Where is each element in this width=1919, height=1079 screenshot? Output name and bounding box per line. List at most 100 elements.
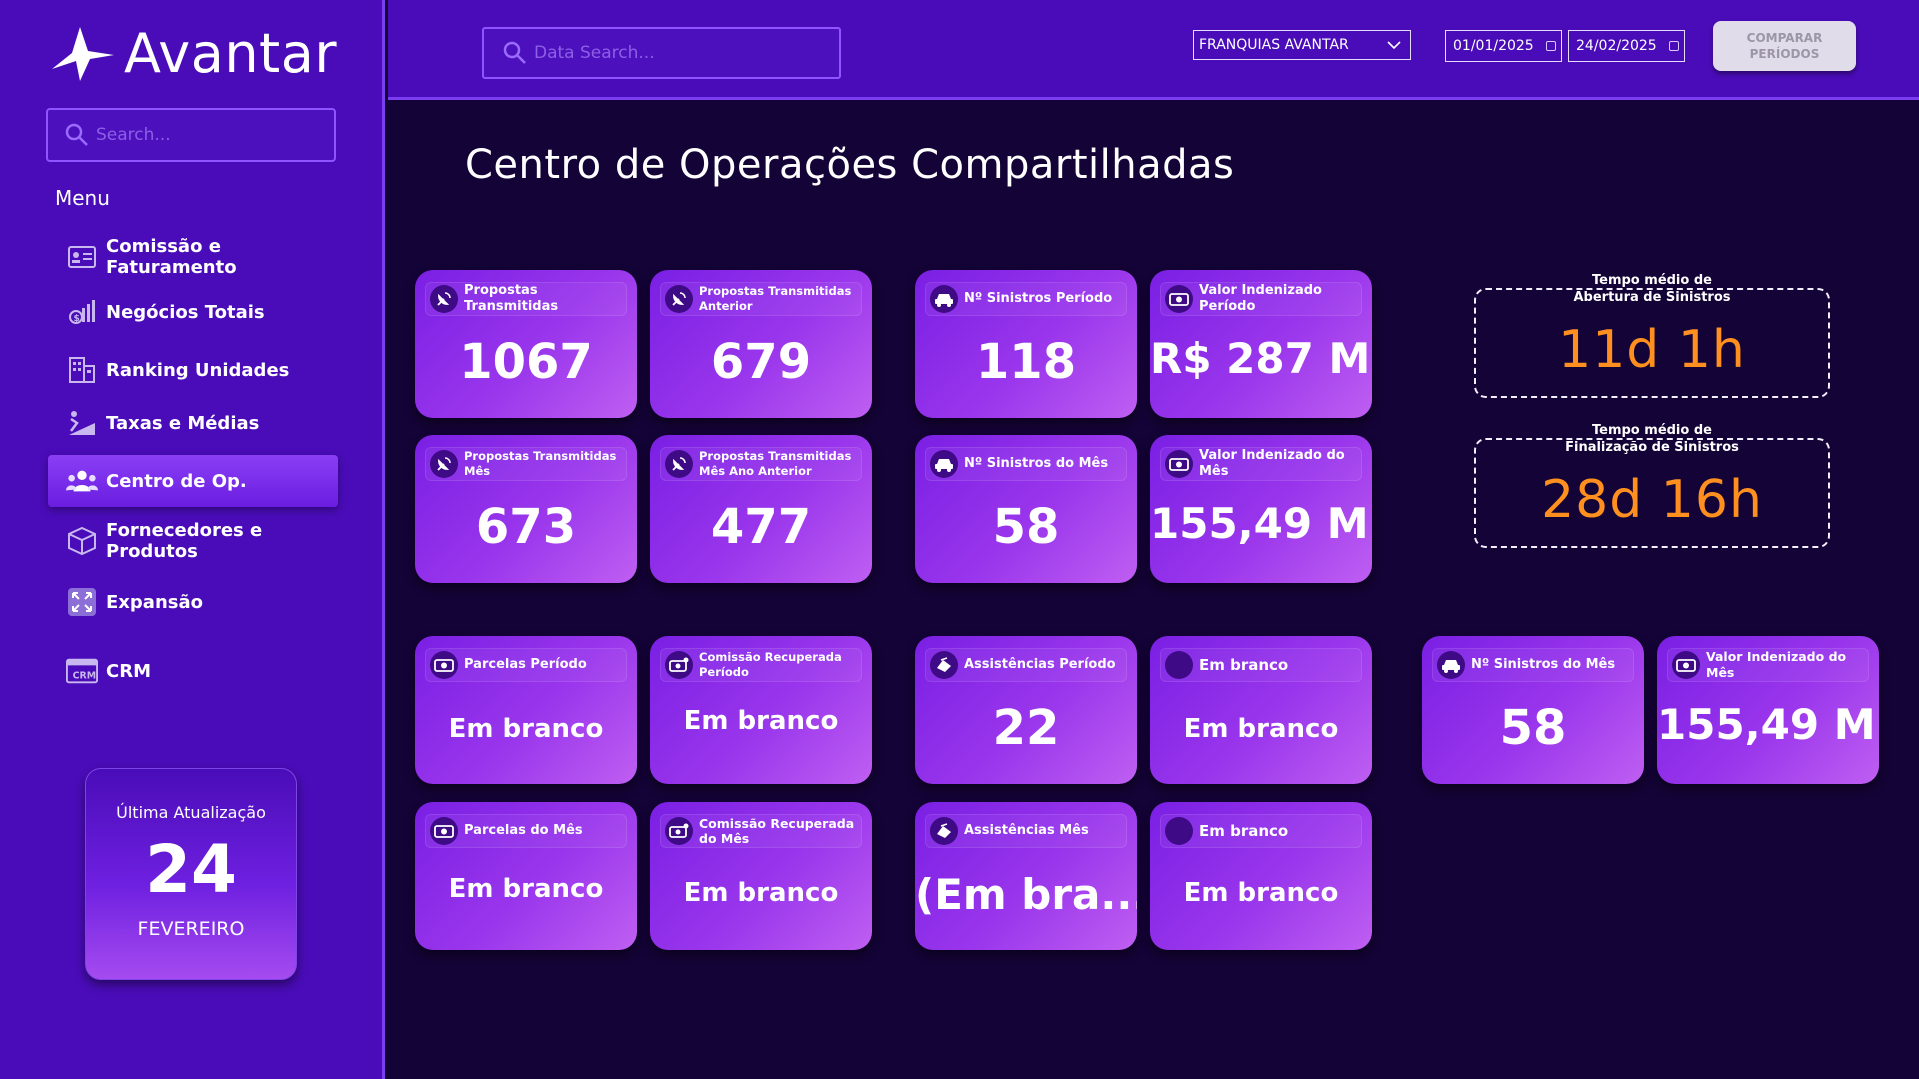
- kpi-label: Nº Sinistros Período: [964, 291, 1113, 306]
- date-end-picker[interactable]: 24/02/2025: [1568, 30, 1685, 62]
- sidebar-item-taxas[interactable]: Taxas e Médias: [48, 397, 338, 449]
- money-icon: [430, 651, 458, 679]
- users-icon: [66, 465, 98, 497]
- kpi-label: Nº Sinistros do Mês: [1471, 657, 1616, 672]
- search-icon: [503, 41, 526, 64]
- franchise-dropdown-value: FRANQUIAS AVANTAR: [1199, 37, 1349, 53]
- chevron-down-icon: [1387, 41, 1401, 50]
- kpi-label: Propostas Transmitidas Anterior: [699, 284, 852, 313]
- car-icon: [930, 450, 958, 478]
- tempo-abertura-box: Tempo médio de Abertura de Sinistros 11d …: [1474, 273, 1830, 398]
- sidebar-item-fornecedores[interactable]: Fornecedores e Produtos: [48, 515, 338, 567]
- last-update-card: Última Atualização 24 FEVEREIRO: [85, 768, 297, 980]
- kpi-em-branco-2: Em branco Em branco: [1150, 802, 1372, 950]
- kpi-value: 58: [1499, 700, 1567, 756]
- data-search[interactable]: [482, 27, 841, 79]
- kpi-em-branco-1: Em branco Em branco: [1150, 636, 1372, 784]
- kpi-parcelas-periodo: Parcelas Período Em branco: [415, 636, 637, 784]
- hand-icon: [930, 651, 958, 679]
- kpi-valor-indenizado-periodo: Valor Indenizado Período R$ 287 Mil: [1150, 270, 1372, 418]
- sidebar-item-label: Centro de Op.: [106, 470, 247, 492]
- kpi-comissao-recuperada-mes: Comissão Recuperada do Mês Em branco: [650, 802, 872, 950]
- kpi-sinistros-mes-right: Nº Sinistros do Mês 58: [1422, 636, 1644, 784]
- kpi-label: Valor Indenizado Período: [1199, 283, 1322, 314]
- kpi-value: Em branco: [448, 714, 604, 744]
- kpi-assistencias-mes: Assistências Mês (Em bra...: [915, 802, 1137, 950]
- blank-icon: [1165, 651, 1193, 679]
- search-icon: [65, 123, 88, 146]
- kpi-value: (Em bra...: [915, 870, 1137, 919]
- last-update-day: 24: [145, 831, 237, 908]
- kpi-label: Propostas Transmitidas: [464, 283, 559, 314]
- kpi-propostas-transmitidas-mes: Propostas Transmitidas Mês 673: [415, 435, 637, 583]
- date-end-value: 24/02/2025: [1576, 38, 1657, 54]
- last-update-month: FEVEREIRO: [137, 918, 245, 940]
- kpi-propostas-transmitidas: Propostas Transmitidas 1067: [415, 270, 637, 418]
- kpi-value: 155,49 Mil: [1150, 499, 1372, 548]
- kpi-value: 118: [975, 334, 1077, 390]
- building-icon: [66, 354, 98, 386]
- kpi-label: Nº Sinistros do Mês: [964, 456, 1109, 471]
- svg-text:$: $: [74, 314, 80, 324]
- kpi-sinistros-periodo: Nº Sinistros Período 118: [915, 270, 1137, 418]
- kpi-label: Em branco: [1199, 656, 1289, 674]
- tempo-finalizacao-box: Tempo médio de Finalização de Sinistros 2…: [1474, 423, 1830, 548]
- expand-icon: [66, 586, 98, 618]
- sidebar-item-centro-op[interactable]: Centro de Op.: [48, 455, 338, 507]
- satellite-icon: [665, 450, 693, 478]
- kpi-label: Assistências Mês: [964, 823, 1089, 838]
- kpi-label: Em branco: [1199, 822, 1289, 840]
- kpi-assistencias-periodo: Assistências Período 22: [915, 636, 1137, 784]
- money-icon: [1672, 651, 1700, 679]
- kpi-value: Em branco: [683, 706, 839, 736]
- tempo-abertura-value: 11d 1h: [1558, 320, 1746, 380]
- car-icon: [1437, 651, 1465, 679]
- kpi-value: 58: [992, 499, 1060, 555]
- kpi-valor-indenizado-mes: Valor Indenizado do Mês 155,49 Mil: [1150, 435, 1372, 583]
- sidebar-item-label: Taxas e Médias: [106, 412, 260, 434]
- sidebar-item-negocios[interactable]: $ Negócios Totais: [48, 286, 338, 338]
- kpi-value: R$ 287 Mil: [1150, 334, 1372, 383]
- id-card-icon: [66, 241, 98, 273]
- money-icon: [1165, 450, 1193, 478]
- kpi-value: 22: [992, 700, 1060, 756]
- kpi-value: Em branco: [1183, 878, 1339, 908]
- tempo-finalizacao-label-1: Tempo médio de: [1586, 423, 1718, 438]
- sidebar-item-crm[interactable]: CRM CRM: [48, 645, 338, 697]
- satellite-icon: [430, 285, 458, 313]
- money-heart-icon: [665, 817, 693, 845]
- kpi-sinistros-mes: Nº Sinistros do Mês 58: [915, 435, 1137, 583]
- compare-periods-button[interactable]: COMPARAR PERÍODOS: [1713, 21, 1856, 71]
- franchise-dropdown[interactable]: FRANQUIAS AVANTAR: [1193, 30, 1411, 60]
- date-start-picker[interactable]: 01/01/2025: [1445, 30, 1562, 62]
- sidebar-search-input[interactable]: [96, 125, 334, 145]
- kpi-label: Valor Indenizado do Mês: [1199, 448, 1345, 479]
- avantar-logo: Avantar: [50, 22, 337, 85]
- blank-icon: [1165, 817, 1193, 845]
- money-chart-icon: $: [66, 296, 98, 328]
- data-search-input[interactable]: [534, 43, 839, 63]
- kpi-value: 1067: [459, 334, 593, 390]
- sidebar-item-label: Fornecedores e Produtos: [106, 520, 263, 562]
- calendar-icon: [1669, 41, 1679, 51]
- car-icon: [930, 285, 958, 313]
- hand-icon: [930, 817, 958, 845]
- kpi-label: Parcelas do Mês: [464, 823, 583, 838]
- ramp-chart-icon: [66, 407, 98, 439]
- kpi-valor-indenizado-mes-right: Valor Indenizado do Mês 155,49 Mil: [1657, 636, 1879, 784]
- sidebar-item-ranking[interactable]: Ranking Unidades: [48, 344, 338, 396]
- sidebar-item-expansao[interactable]: Expansão: [48, 576, 338, 628]
- sidebar-search[interactable]: [46, 108, 336, 162]
- kpi-comissao-recuperada-periodo: Comissão Recuperada Período Em branco: [650, 636, 872, 784]
- kpi-propostas-transmitidas-anterior: Propostas Transmitidas Anterior 679: [650, 270, 872, 418]
- money-icon: [1165, 285, 1193, 313]
- menu-label: Menu: [55, 186, 110, 210]
- sidebar-item-label: Negócios Totais: [106, 301, 265, 323]
- kpi-label: Propostas Transmitidas Mês: [464, 449, 617, 478]
- kpi-value: Em branco: [683, 878, 839, 908]
- kpi-label: Parcelas Período: [464, 657, 587, 672]
- kpi-label: Assistências Período: [964, 657, 1116, 672]
- tempo-abertura-label-1: Tempo médio de: [1586, 273, 1718, 288]
- sidebar-item-comissao[interactable]: Comissão e Faturamento: [48, 231, 338, 283]
- sidebar-item-label: Ranking Unidades: [106, 359, 290, 381]
